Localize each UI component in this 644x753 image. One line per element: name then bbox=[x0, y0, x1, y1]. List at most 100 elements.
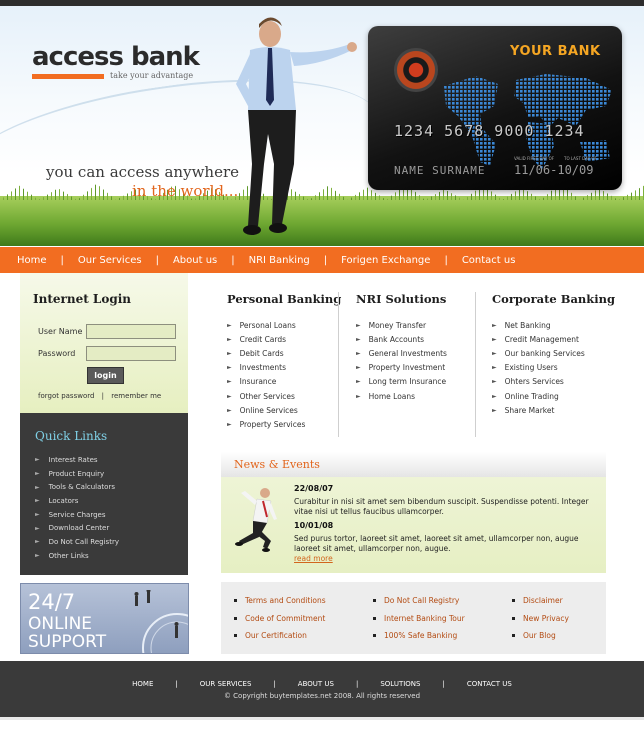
corporate-banking-item[interactable]: ► Existing Users bbox=[492, 361, 615, 375]
news-text: Sed purus tortor, laoreet sit amet, laor… bbox=[294, 534, 579, 553]
quick-link-item[interactable]: ► Other Links bbox=[35, 549, 119, 563]
online-support-banner[interactable]: 24/7 ONLINE SUPPORT bbox=[20, 583, 189, 654]
support-line2: ONLINE bbox=[28, 614, 93, 634]
nri-solutions-item[interactable]: ► Money Transfer bbox=[356, 318, 447, 332]
corporate-banking-item[interactable]: ► Online Trading bbox=[492, 389, 615, 403]
personal-banking-title: Personal Banking bbox=[227, 292, 342, 306]
nav-contact-us[interactable]: Contact us bbox=[462, 255, 516, 266]
new-privacy-link[interactable]: New Privacy bbox=[512, 614, 569, 623]
arrow-right-icon: ► bbox=[35, 456, 40, 464]
card-number: 1234 5678 9000 1234 bbox=[394, 122, 585, 140]
nav-our-services[interactable]: Our Services bbox=[78, 255, 142, 266]
terms-link[interactable]: Terms and Conditions bbox=[234, 596, 326, 605]
nav-home[interactable]: Home bbox=[17, 255, 47, 266]
quick-link-item[interactable]: ► Tools & Calculators bbox=[35, 480, 119, 494]
arrow-right-icon: ► bbox=[492, 335, 497, 343]
arrow-right-icon: ► bbox=[35, 470, 40, 478]
arrow-right-icon: ► bbox=[356, 349, 361, 357]
remember-me-link[interactable]: remember me bbox=[111, 392, 161, 400]
disclaimer-link[interactable]: Disclaimer bbox=[512, 596, 563, 605]
corporate-banking-item[interactable]: ► Net Banking bbox=[492, 318, 615, 332]
support-line1: 24/7 bbox=[28, 590, 76, 614]
arrow-right-icon: ► bbox=[356, 364, 361, 372]
credit-card-image: YOUR BANK 1234 5678 9000 1234 VALID FIRS… bbox=[368, 26, 622, 190]
nri-solutions-item[interactable]: ► Property Investment bbox=[356, 361, 447, 375]
nav-forigen-exchange[interactable]: Forigen Exchange bbox=[341, 255, 430, 266]
card-emblem-icon bbox=[394, 48, 438, 92]
read-more-link[interactable]: read more bbox=[294, 554, 333, 563]
nri-solutions-item[interactable]: ► Bank Accounts bbox=[356, 332, 447, 346]
logo-tagline: take your advantage bbox=[110, 71, 194, 80]
arrow-right-icon: ► bbox=[356, 321, 361, 329]
quick-link-item[interactable]: ► Interest Rates bbox=[35, 453, 119, 467]
personal-banking-item[interactable]: ► Credit Cards bbox=[227, 332, 341, 346]
code-of-commitment-link[interactable]: Code of Commitment bbox=[234, 614, 325, 623]
login-button[interactable]: login bbox=[87, 367, 124, 384]
do-not-call-link[interactable]: Do Not Call Registry bbox=[373, 596, 459, 605]
arrow-right-icon: ► bbox=[227, 349, 232, 357]
logo[interactable]: access bank take your advantage bbox=[32, 42, 200, 80]
personal-banking-item[interactable]: ► Property Services bbox=[227, 417, 341, 431]
personal-banking-item[interactable]: ► Other Services bbox=[227, 389, 341, 403]
banking-tour-link[interactable]: Internet Banking Tour bbox=[373, 614, 465, 623]
logo-name: access bank bbox=[32, 42, 200, 72]
corporate-banking-item[interactable]: ► Ohters Services bbox=[492, 375, 615, 389]
login-panel: Internet Login User Name Password login … bbox=[20, 273, 188, 413]
arrow-right-icon: ► bbox=[227, 335, 232, 343]
quick-link-item[interactable]: ► Locators bbox=[35, 494, 119, 508]
corporate-banking-item[interactable]: ► Share Market bbox=[492, 403, 615, 417]
personal-banking-item[interactable]: ► Personal Loans bbox=[227, 318, 341, 332]
card-holder-name: NAME SURNAME bbox=[394, 164, 486, 177]
column-divider bbox=[338, 292, 339, 437]
personal-banking-item[interactable]: ► Investments bbox=[227, 361, 341, 375]
safe-banking-link[interactable]: 100% Safe Banking bbox=[373, 631, 457, 640]
corporate-banking-item[interactable]: ► Our banking Services bbox=[492, 346, 615, 360]
arrow-right-icon: ► bbox=[35, 483, 40, 491]
personal-banking-item[interactable]: ► Online Services bbox=[227, 403, 341, 417]
username-input[interactable] bbox=[86, 324, 176, 339]
footer-nav: HOME | OUR SERVICES | ABOUT US | SOLUTIONS | CON… bbox=[132, 680, 512, 688]
footer-nav-home[interactable]: HOME bbox=[132, 680, 153, 688]
personal-banking-item[interactable]: ► Insurance bbox=[227, 375, 341, 389]
card-valid-from-label: VALID FIRST DAY OF bbox=[514, 156, 555, 161]
news-header: News & Events bbox=[221, 452, 606, 477]
password-input[interactable] bbox=[86, 346, 176, 361]
quick-link-item[interactable]: ► Download Center bbox=[35, 521, 119, 535]
footer-nav-our-services[interactable]: OUR SERVICES bbox=[200, 680, 252, 688]
hero-banner: access bank take your advantage you can … bbox=[0, 6, 644, 246]
quick-link-item[interactable]: ► Do Not Call Registry bbox=[35, 535, 119, 549]
quick-links-panel: Quick Links ► Interest Rates ► Product Enq… bbox=[20, 413, 188, 575]
certification-link[interactable]: Our Certification bbox=[234, 631, 307, 640]
arrow-right-icon: ► bbox=[227, 406, 232, 414]
arrow-right-icon: ► bbox=[356, 335, 361, 343]
arrow-right-icon: ► bbox=[492, 392, 497, 400]
footer-nav-solutions[interactable]: SOLUTIONS bbox=[380, 680, 420, 688]
corporate-banking-item[interactable]: ► Credit Management bbox=[492, 332, 615, 346]
nri-solutions-item[interactable]: ► Long term Insurance bbox=[356, 375, 447, 389]
footer-nav-about-us[interactable]: ABOUT US bbox=[298, 680, 334, 688]
news-body: 22/08/07 Curabitur in nisi sit amet sem … bbox=[221, 477, 606, 573]
quick-link-item[interactable]: ► Service Charges bbox=[35, 508, 119, 522]
forgot-password-link[interactable]: forgot password bbox=[38, 392, 94, 400]
login-title: Internet Login bbox=[33, 292, 132, 306]
card-valid-to-label: TO LAST DAY OF bbox=[564, 156, 597, 161]
main-nav: Home | Our Services | About us | NRI Ban… bbox=[0, 247, 644, 273]
nri-solutions-item[interactable]: ► Home Loans bbox=[356, 389, 447, 403]
nri-solutions-item[interactable]: ► General Investments bbox=[356, 346, 447, 360]
footer-nav-contact-us[interactable]: CONTACT US bbox=[467, 680, 512, 688]
quick-links-title: Quick Links bbox=[35, 429, 108, 443]
nav-nri-banking[interactable]: NRI Banking bbox=[249, 255, 310, 266]
arrow-right-icon: ► bbox=[35, 552, 40, 560]
news-title: News & Events bbox=[234, 458, 320, 471]
blog-link[interactable]: Our Blog bbox=[512, 631, 556, 640]
personal-banking-column: Personal Banking ► Personal Loans ► Credit… bbox=[227, 292, 341, 432]
arrow-right-icon: ► bbox=[227, 378, 232, 386]
quick-link-item[interactable]: ► Product Enquiry bbox=[35, 467, 119, 481]
nav-about-us[interactable]: About us bbox=[173, 255, 217, 266]
password-label: Password bbox=[38, 349, 76, 358]
corporate-banking-title: Corporate Banking bbox=[492, 292, 616, 306]
card-dates: 11/06-10/09 bbox=[514, 163, 594, 177]
arrow-right-icon: ► bbox=[492, 378, 497, 386]
news-date: 22/08/07 bbox=[294, 484, 334, 493]
personal-banking-item[interactable]: ► Debit Cards bbox=[227, 346, 341, 360]
